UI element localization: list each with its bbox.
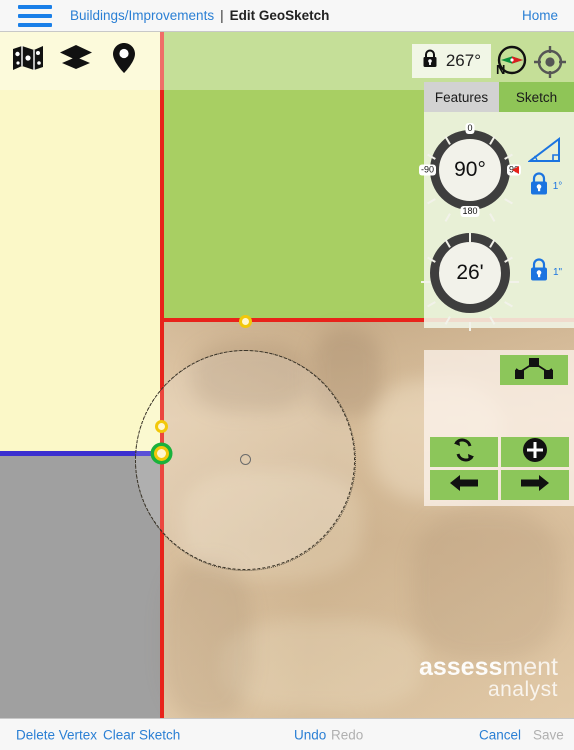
breadcrumb-separator: |	[220, 8, 224, 23]
distance-tools: 1"	[516, 257, 574, 288]
angle-lock-unit: 1°	[552, 181, 563, 192]
node-network-icon	[512, 356, 556, 385]
angle-tick-top: 0	[465, 122, 475, 134]
map-canvas[interactable]: 267° N Features Sketch 90° 0 -90 90 180 …	[0, 32, 574, 718]
snap-center-marker	[240, 454, 251, 465]
next-button[interactable]	[500, 470, 569, 500]
right-triangle-angle-icon[interactable]	[527, 136, 562, 168]
distance-value: 26'	[456, 260, 484, 284]
delete-vertex-button[interactable]: Delete Vertex	[16, 727, 97, 742]
lock-icon[interactable]	[528, 257, 550, 288]
angle-lock-row[interactable]: 1°	[528, 171, 563, 202]
plus-circle-icon	[522, 437, 548, 468]
angle-tick-bottom: 180	[460, 205, 480, 217]
node-button-row	[424, 350, 574, 385]
navigation-button-grid	[424, 437, 574, 500]
home-link[interactable]: Home	[522, 8, 558, 23]
map-icon[interactable]	[8, 38, 48, 78]
map-tools-group	[8, 38, 144, 78]
lock-icon	[422, 49, 438, 73]
tab-features[interactable]: Features	[424, 82, 499, 112]
geosketch-screen: Buildings/Improvements | Edit GeoSketch …	[0, 0, 574, 750]
crosshair-target-icon[interactable]	[532, 44, 568, 80]
angle-dial-row: 90° 0 -90 90 180 1°	[419, 118, 574, 222]
heading-lock-display[interactable]: 267°	[411, 44, 491, 78]
breadcrumb-parent-link[interactable]: Buildings/Improvements	[70, 8, 214, 23]
sketch-action-buttons	[424, 350, 574, 506]
distance-lock-row[interactable]: 1"	[528, 257, 562, 288]
sketch-properties-panel: Features Sketch 90° 0 -90 90 180 1° 26' …	[419, 82, 574, 331]
arrow-left-icon	[448, 473, 480, 498]
distance-dial[interactable]: 26'	[421, 232, 519, 331]
parcel-boundary-line-vertical	[160, 32, 164, 718]
flip-button[interactable]	[429, 437, 498, 467]
arrow-right-icon	[519, 473, 551, 498]
compass-icon[interactable]: N	[494, 44, 528, 78]
previous-button[interactable]	[429, 470, 498, 500]
redo-button: Redo	[331, 727, 364, 742]
sketch-vertex[interactable]	[155, 420, 168, 433]
layers-icon[interactable]	[56, 38, 96, 78]
parcel-region-gray	[0, 453, 162, 718]
top-navigation-bar: Buildings/Improvements | Edit GeoSketch …	[0, 0, 574, 32]
sketch-vertex-active[interactable]	[154, 446, 169, 461]
distance-dial-row: 26' 1"	[421, 221, 574, 331]
heading-value: 267°	[445, 51, 481, 70]
distance-dial-wrap[interactable]: 26'	[421, 232, 519, 331]
angle-tick-left: -90	[419, 164, 437, 175]
bottom-toolbar: Delete Vertex Clear Sketch Undo Redo Can…	[0, 718, 574, 750]
lock-icon[interactable]	[528, 171, 550, 202]
cancel-button[interactable]: Cancel	[479, 727, 521, 742]
node-network-button[interactable]	[500, 355, 568, 385]
angle-tools: 1°	[516, 136, 574, 202]
page-title: Edit GeoSketch	[229, 8, 330, 23]
map-pin-icon[interactable]	[104, 38, 144, 78]
distance-lock-unit: 1"	[552, 267, 563, 278]
save-button: Save	[533, 727, 564, 742]
parcel-region-yellow	[0, 32, 162, 453]
clear-sketch-button[interactable]: Clear Sketch	[103, 727, 180, 742]
angle-dial-wrap[interactable]: 90° 0 -90 90 180	[419, 122, 521, 222]
angle-dial[interactable]: 90° 0 -90 90 180	[419, 122, 521, 222]
angle-value: 90°	[454, 157, 486, 181]
svg-text:N: N	[496, 62, 505, 77]
undo-button[interactable]: Undo	[294, 727, 326, 742]
hamburger-icon[interactable]	[18, 4, 52, 27]
angle-pointer-icon	[512, 165, 519, 174]
panel-tabs: Features Sketch	[424, 82, 574, 112]
add-vertex-button[interactable]	[500, 437, 569, 468]
flip-arrows-icon	[450, 438, 478, 467]
tab-sketch[interactable]: Sketch	[499, 82, 574, 112]
panel-body: 90° 0 -90 90 180 1° 26' 1"	[419, 112, 574, 331]
sketch-vertex[interactable]	[239, 315, 252, 328]
